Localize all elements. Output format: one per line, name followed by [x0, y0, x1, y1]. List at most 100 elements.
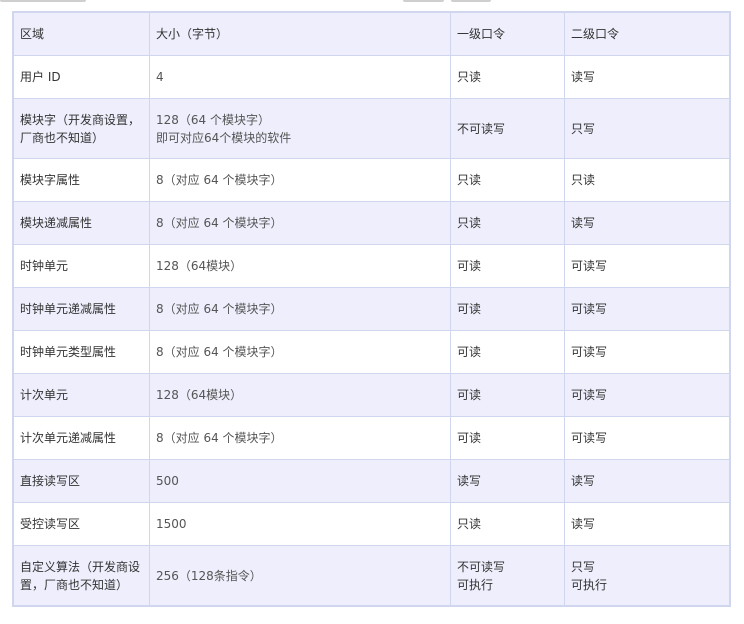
cell-size: 500 [149, 459, 451, 503]
cell-level2-text: 读写 [571, 70, 596, 84]
cell-level2: 读写 [564, 459, 730, 503]
cell-level1-text: 可读 [457, 431, 482, 445]
cell-level1-text: 不可读写 [457, 559, 506, 574]
cell-level1-text: 只读 [457, 517, 482, 531]
cell-area: 自定义算法（开发商设置，厂商也不知道） [13, 545, 150, 606]
cell-area-text: 模块递减属性 [20, 216, 93, 230]
cell-area: 模块字属性 [13, 158, 150, 202]
cell-area: 时钟单元 [13, 244, 150, 288]
cell-size: 8（对应 64 个模块字） [149, 158, 451, 202]
table-row: 时钟单元类型属性 8（对应 64 个模块字） 可读 可读写 [13, 330, 730, 374]
cell-size-text: 256（128条指令） [156, 568, 262, 583]
cell-area: 模块字（开发商设置，厂商也不知道） [13, 98, 150, 159]
cell-level2: 只读 [564, 158, 730, 202]
table-row: 计次单元 128（64模块） 可读 可读写 [13, 373, 730, 417]
table-row: 自定义算法（开发商设置，厂商也不知道） 256（128条指令） 不可读写 可执行 … [13, 545, 730, 606]
cell-size-text: 128（64 个模块字） [156, 112, 270, 127]
cell-area-text: 用户 ID [20, 70, 61, 84]
cell-level1: 可读 [450, 287, 565, 331]
cell-size-text: 4 [156, 70, 164, 84]
cell-level2: 读写 [564, 55, 730, 99]
cell-size: 8（对应 64 个模块字） [149, 201, 451, 245]
cell-size-text: 500 [156, 474, 179, 488]
cell-level1: 不可读写 [450, 98, 565, 159]
cell-size: 128（64 个模块字） 即可对应64个模块的软件 [149, 98, 451, 159]
cell-area-text: 时钟单元递减属性 [20, 302, 117, 316]
cell-size-text: 128（64模块） [156, 259, 243, 273]
cell-size-text: 8（对应 64 个模块字） [156, 345, 283, 359]
header-level2-password: 二级口令 [564, 12, 730, 56]
cell-level2: 可读写 [564, 244, 730, 288]
table-header-row: 区域 大小（字节） 一级口令 二级口令 [13, 12, 730, 56]
cell-level2: 读写 [564, 201, 730, 245]
cell-level1-text: 可读 [457, 302, 482, 316]
cell-size-text: 8（对应 64 个模块字） [156, 302, 283, 316]
cell-area: 受控读写区 [13, 502, 150, 546]
table-row: 模块字属性 8（对应 64 个模块字） 只读 只读 [13, 158, 730, 202]
cell-level2-text: 读写 [571, 474, 596, 488]
cell-level2: 只写 可执行 [564, 545, 730, 606]
cell-size-text: 8（对应 64 个模块字） [156, 216, 283, 230]
cell-area: 计次单元 [13, 373, 150, 417]
cell-size: 256（128条指令） [149, 545, 451, 606]
top-tab-edge-left [0, 0, 86, 2]
table-row: 用户 ID 4 只读 读写 [13, 55, 730, 99]
cell-level2-text: 读写 [571, 216, 596, 230]
cell-area-text: 模块字属性 [20, 173, 81, 187]
cell-size-text: 128（64模块） [156, 388, 243, 402]
header-size: 大小（字节） [149, 12, 451, 56]
cell-area: 时钟单元递减属性 [13, 287, 150, 331]
cell-level1: 可读 [450, 244, 565, 288]
cell-level1: 不可读写 可执行 [450, 545, 565, 606]
cell-level1-text: 读写 [457, 474, 482, 488]
cell-level1: 可读 [450, 330, 565, 374]
cell-level2-text: 可读写 [571, 302, 608, 316]
cell-level1: 只读 [450, 158, 565, 202]
cell-level2-text: 只读 [571, 173, 596, 187]
cell-size-text: 1500 [156, 517, 187, 531]
cell-level2: 可读写 [564, 330, 730, 374]
cell-level2-text: 可读写 [571, 431, 608, 445]
cell-area-text: 受控读写区 [20, 517, 81, 531]
cell-size-text: 8（对应 64 个模块字） [156, 173, 283, 187]
cell-level2: 可读写 [564, 416, 730, 460]
cell-area: 模块递减属性 [13, 201, 150, 245]
cell-level1-text: 可读 [457, 259, 482, 273]
cell-size-text: 8（对应 64 个模块字） [156, 431, 283, 445]
table-row: 模块递减属性 8（对应 64 个模块字） 只读 读写 [13, 201, 730, 245]
cell-level2: 只写 [564, 98, 730, 159]
top-tab-edge-middle [403, 0, 444, 2]
cell-size: 4 [149, 55, 451, 99]
cell-size-note: 即可对应64个模块的软件 [156, 130, 292, 145]
cell-size: 8（对应 64 个模块字） [149, 330, 451, 374]
cell-size: 8（对应 64 个模块字） [149, 416, 451, 460]
table-row: 受控读写区 1500 只读 读写 [13, 502, 730, 546]
cell-level2-text: 可读写 [571, 388, 608, 402]
cell-area-text: 时钟单元 [20, 259, 69, 273]
cell-level2-text: 读写 [571, 517, 596, 531]
cell-level1-text: 可读 [457, 388, 482, 402]
top-tab-strip [0, 0, 744, 3]
cell-level1: 读写 [450, 459, 565, 503]
cell-level2-text: 只写 [571, 559, 596, 574]
cell-level1: 可读 [450, 373, 565, 417]
cell-level2-note: 可执行 [571, 577, 608, 592]
cell-area-text: 计次单元递减属性 [20, 431, 117, 445]
cell-area-text: 模块字（开发商设置，厂商也不知道） [20, 112, 141, 145]
cell-level1: 可读 [450, 416, 565, 460]
cell-level1: 只读 [450, 502, 565, 546]
cell-area: 计次单元递减属性 [13, 416, 150, 460]
cell-level2-text: 可读写 [571, 345, 608, 359]
top-tab-edge-right [451, 0, 491, 2]
permissions-table-container: 区域 大小（字节） 一级口令 二级口令 用户 ID 4 只读 读写 模块字（开发… [12, 11, 731, 607]
cell-level1: 只读 [450, 55, 565, 99]
table-row: 直接读写区 500 读写 读写 [13, 459, 730, 503]
table-row: 时钟单元 128（64模块） 可读 可读写 [13, 244, 730, 288]
cell-size: 1500 [149, 502, 451, 546]
header-area: 区域 [13, 12, 150, 56]
cell-area: 时钟单元类型属性 [13, 330, 150, 374]
cell-size: 8（对应 64 个模块字） [149, 287, 451, 331]
cell-level1-text: 不可读写 [457, 121, 506, 136]
permissions-table: 区域 大小（字节） 一级口令 二级口令 用户 ID 4 只读 读写 模块字（开发… [13, 12, 730, 606]
cell-level1-note: 可执行 [457, 577, 494, 592]
